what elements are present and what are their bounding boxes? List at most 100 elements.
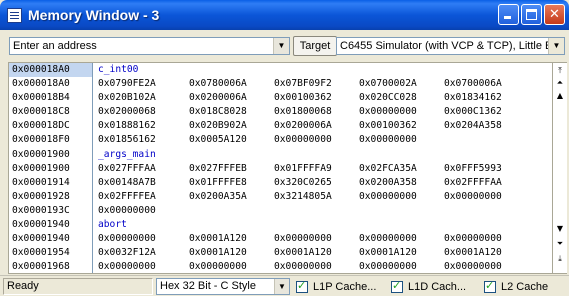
memory-value-cell[interactable]: 0x0001A120 bbox=[359, 246, 417, 260]
memory-value-cell[interactable]: 0x01800068 bbox=[274, 105, 332, 119]
address-cell: 0x000018C8 bbox=[9, 105, 93, 120]
memory-value-cell[interactable]: 0x0200006A bbox=[274, 119, 332, 133]
memory-value-cell[interactable]: 0x02FCA35A bbox=[359, 162, 417, 176]
memory-row[interactable]: 0x000018F0 0x01856162 0x0005A120 0x00000000… bbox=[9, 133, 552, 148]
memory-row[interactable]: 0x00001954 0x0032F12A 0x0001A120 0x0001A120… bbox=[9, 246, 552, 261]
l2-cache-checkbox[interactable]: L2 Cache bbox=[484, 278, 548, 295]
memory-value-cell[interactable]: 0x0001A120 bbox=[444, 246, 502, 260]
memory-value-cell[interactable]: 0x01888162 bbox=[98, 119, 156, 133]
memory-row[interactable]: 0x00001928 0x02FFFFEA 0x0200A35A 0x3214805A… bbox=[9, 189, 552, 204]
memory-row[interactable]: 0x000018B4 0x020B102A 0x0200006A 0x00100362… bbox=[9, 91, 552, 106]
memory-row[interactable]: 0x000018A0 0x0790FE2A 0x0780006A 0x07BF09F2… bbox=[9, 77, 552, 92]
memory-value-cell[interactable]: 0x0001A120 bbox=[189, 232, 247, 246]
target-button[interactable]: Target bbox=[293, 36, 337, 56]
memory-value-cell[interactable]: 0x01834162 bbox=[444, 91, 502, 105]
scroll-top-button[interactable]: ⤒ bbox=[554, 65, 566, 76]
memory-value-cell[interactable]: 0x00100362 bbox=[359, 119, 417, 133]
target-dropdown-button[interactable]: ▼ bbox=[548, 38, 564, 54]
vertical-scrollbar[interactable]: ⤒ ⏶ ▲ ▼ ⏷ ⤓ bbox=[553, 62, 567, 274]
format-select[interactable]: Hex 32 Bit - C Style ▼ bbox=[156, 278, 290, 295]
memory-value-cell[interactable]: 0x0001A120 bbox=[189, 246, 247, 260]
format-dropdown-button[interactable]: ▼ bbox=[274, 279, 289, 294]
memory-value-cell[interactable]: 0x02FFFFAA bbox=[444, 176, 502, 190]
memory-value-cell[interactable]: 0x0204A358 bbox=[444, 119, 502, 133]
l1p-cache-label: L1P Cache... bbox=[313, 280, 377, 293]
memory-value-cell[interactable]: 0x01FFFFE8 bbox=[189, 176, 247, 190]
memory-value-cell[interactable]: 0x0200A358 bbox=[359, 176, 417, 190]
memory-value-cell[interactable]: 0x00000000 bbox=[98, 204, 156, 218]
symbol-label: c_int00 bbox=[98, 64, 139, 75]
memory-value-cell[interactable]: 0x000C1362 bbox=[444, 105, 502, 119]
memory-value-cell[interactable]: 0x00000000 bbox=[274, 232, 332, 246]
address-input[interactable]: Enter an address ▼ bbox=[9, 37, 290, 55]
address-dropdown-button[interactable]: ▼ bbox=[273, 38, 289, 54]
close-button[interactable]: ✕ bbox=[544, 4, 565, 25]
memory-value-cell[interactable]: 0x00000000 bbox=[444, 260, 502, 273]
memory-row[interactable]: 0x000018C8 0x02000068 0x018C8028 0x01800068… bbox=[9, 105, 552, 120]
symbol-row[interactable]: 0x00001900 _args_main bbox=[9, 147, 552, 162]
l1p-cache-checkbox[interactable]: L1P Cache... bbox=[296, 278, 376, 295]
memory-value-cell[interactable]: 0x0032F12A bbox=[98, 246, 156, 260]
memory-value-cell[interactable]: 0x0001A120 bbox=[274, 246, 332, 260]
memory-value-cell[interactable]: 0x3214805A bbox=[274, 190, 332, 204]
memory-value-cell[interactable]: 0x020CC028 bbox=[359, 91, 417, 105]
memory-value-cell[interactable]: 0x020B902A bbox=[189, 119, 247, 133]
memory-value-cell[interactable]: 0x00000000 bbox=[98, 260, 156, 273]
scroll-down-button[interactable]: ▼ bbox=[554, 223, 566, 234]
memory-value-cell[interactable]: 0x0790FE2A bbox=[98, 77, 156, 91]
memory-row[interactable]: 0x00001914 0x00148A7B 0x01FFFFE8 0x320C0265… bbox=[9, 175, 552, 190]
memory-value-cell[interactable]: 0x07BF09F2 bbox=[274, 77, 332, 91]
target-select[interactable]: C6455 Simulator (with VCP & TCP), Little… bbox=[336, 37, 565, 55]
memory-value-cell[interactable]: 0x020B102A bbox=[98, 91, 156, 105]
memory-value-cell[interactable]: 0x00000000 bbox=[444, 232, 502, 246]
maximize-button[interactable] bbox=[521, 4, 542, 25]
memory-grid[interactable]: 0x000018A0 c_int00 0x000018A0 0x0790FE2A 0x0… bbox=[8, 62, 553, 274]
memory-row[interactable]: 0x0000193C 0x00000000 bbox=[9, 203, 552, 219]
scroll-page-up-button[interactable]: ⏶ bbox=[554, 77, 566, 88]
memory-row[interactable]: 0x00001940 0x00000000 0x0001A120 0x00000000… bbox=[9, 232, 552, 247]
close-icon: ✕ bbox=[549, 7, 560, 22]
memory-value-cell[interactable]: 0x02000068 bbox=[98, 105, 156, 119]
memory-value-cell[interactable]: 0x00000000 bbox=[359, 133, 417, 147]
symbol-row[interactable]: 0x00001940 abort bbox=[9, 218, 552, 233]
memory-value-cell[interactable]: 0x00000000 bbox=[189, 260, 247, 273]
memory-value-cell[interactable]: 0x018C8028 bbox=[189, 105, 247, 119]
minimize-button[interactable] bbox=[498, 4, 519, 25]
memory-value-cell[interactable]: 0x0700002A bbox=[359, 77, 417, 91]
memory-value-cell[interactable]: 0x0700006A bbox=[444, 77, 502, 91]
address-cell: 0x000018A0 bbox=[9, 63, 93, 78]
memory-value-cell[interactable]: 0x02FFFFEA bbox=[98, 190, 156, 204]
memory-row[interactable]: 0x00001900 0x027FFFAA 0x027FFFEB 0x01FFFFA9… bbox=[9, 161, 552, 176]
scroll-page-down-button[interactable]: ⏷ bbox=[554, 238, 566, 249]
symbol-row[interactable]: 0x000018A0 c_int00 bbox=[9, 63, 552, 78]
memory-value-cell[interactable]: 0x0FFF5993 bbox=[444, 162, 502, 176]
title-bar[interactable]: Memory Window - 3 ✕ bbox=[0, 0, 569, 30]
memory-row[interactable]: 0x000018DC 0x01888162 0x020B902A 0x0200006A… bbox=[9, 119, 552, 134]
memory-value-cell[interactable]: 0x00000000 bbox=[274, 260, 332, 273]
memory-value-cell[interactable]: 0x00000000 bbox=[274, 133, 332, 147]
minimize-icon bbox=[504, 16, 511, 19]
memory-value-cell[interactable]: 0x00148A7B bbox=[98, 176, 156, 190]
l1d-cache-checkbox[interactable]: L1D Cach... bbox=[391, 278, 466, 295]
memory-row[interactable]: 0x00001968 0x00000000 0x00000000 0x00000000… bbox=[9, 260, 552, 273]
memory-value-cell[interactable]: 0x0005A120 bbox=[189, 133, 247, 147]
memory-value-cell[interactable]: 0x01856162 bbox=[98, 133, 156, 147]
memory-value-cell[interactable]: 0x0200A35A bbox=[189, 190, 247, 204]
memory-value-cell[interactable]: 0x01FFFFA9 bbox=[274, 162, 332, 176]
scroll-bottom-icon: ⤓ bbox=[558, 253, 562, 263]
memory-value-cell[interactable]: 0x00000000 bbox=[359, 232, 417, 246]
memory-value-cell[interactable]: 0x027FFFEB bbox=[189, 162, 247, 176]
memory-value-cell[interactable]: 0x00000000 bbox=[444, 190, 502, 204]
memory-value-cell[interactable]: 0x00000000 bbox=[359, 260, 417, 273]
memory-value-cell[interactable]: 0x00000000 bbox=[359, 105, 417, 119]
memory-value-cell[interactable]: 0x320C0265 bbox=[274, 176, 332, 190]
scroll-up-button[interactable]: ▲ bbox=[554, 90, 566, 101]
memory-value-cell[interactable]: 0x00100362 bbox=[274, 91, 332, 105]
window-list-icon[interactable] bbox=[7, 7, 22, 23]
memory-value-cell[interactable]: 0x0780006A bbox=[189, 77, 247, 91]
memory-value-cell[interactable]: 0x0200006A bbox=[189, 91, 247, 105]
memory-value-cell[interactable]: 0x027FFFAA bbox=[98, 162, 156, 176]
memory-value-cell[interactable]: 0x00000000 bbox=[359, 190, 417, 204]
scroll-bottom-button[interactable]: ⤓ bbox=[554, 253, 566, 264]
memory-value-cell[interactable]: 0x00000000 bbox=[98, 232, 156, 246]
